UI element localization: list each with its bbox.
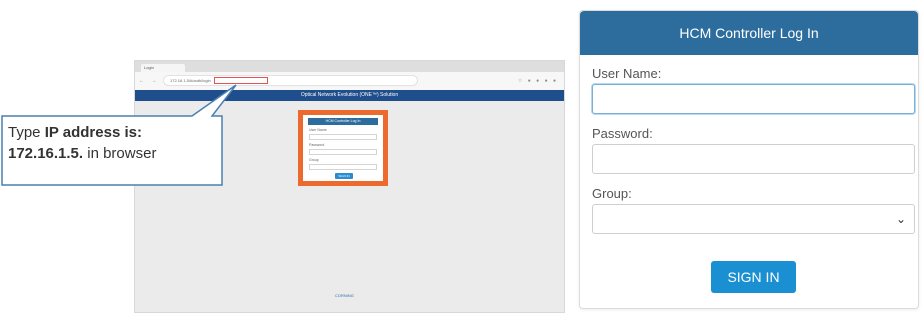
username-label: User Name: xyxy=(592,66,662,81)
mini-username-field xyxy=(309,134,377,140)
callout-text: Type IP address is: 172.16.1.5. in brows… xyxy=(8,122,218,164)
footer-logo: CORNING xyxy=(335,293,354,298)
browser-extension-icons: ☆ ● ● ● ● xyxy=(517,78,558,84)
signin-button[interactable]: SIGN IN xyxy=(711,261,796,293)
browser-address-bar: ← → ⟳ 172.16.1.5/#/auth/login ☆ ● ● ● ● xyxy=(135,72,564,91)
url-highlight-box xyxy=(214,77,268,84)
callout-prefix: Type xyxy=(8,124,45,141)
browser-url-field: 172.16.1.5/#/auth/login xyxy=(163,75,418,86)
mini-signin-button: SIGN IN xyxy=(335,173,353,179)
chevron-down-icon: ⌄ xyxy=(895,212,906,226)
login-highlight-box: HCM Controller Log In User Name Password… xyxy=(298,110,388,186)
browser-screenshot: Login ← → ⟳ 172.16.1.5/#/auth/login ☆ ● … xyxy=(134,60,565,313)
browser-url-text: 172.16.1.5/#/auth/login xyxy=(170,78,211,83)
mini-login-title: HCM Controller Log In xyxy=(308,118,378,125)
password-label: Password: xyxy=(592,126,653,141)
mini-group-label: Group xyxy=(309,158,319,162)
group-label: Group: xyxy=(592,186,632,201)
callout-bold-ip-label: IP address is: xyxy=(44,124,142,141)
group-select[interactable]: ⌄ xyxy=(592,204,915,234)
mini-username-label: User Name xyxy=(309,128,327,132)
mini-password-label: Password xyxy=(309,143,325,147)
mini-password-field xyxy=(309,149,377,155)
browser-tab-bar: Login xyxy=(135,61,564,72)
password-input[interactable] xyxy=(592,144,915,174)
callout-suffix: in browser xyxy=(83,145,157,162)
app-banner: Optical Network Evolution (ONE™) Solutio… xyxy=(135,90,564,101)
callout-bold-ip-value: 172.16.1.5. xyxy=(8,145,84,162)
username-input[interactable] xyxy=(592,84,915,114)
mini-group-select xyxy=(309,164,377,170)
browser-tab: Login xyxy=(141,64,185,72)
login-title: HCM Controller Log In xyxy=(580,11,918,55)
login-panel: HCM Controller Log In User Name: Passwor… xyxy=(579,10,919,309)
